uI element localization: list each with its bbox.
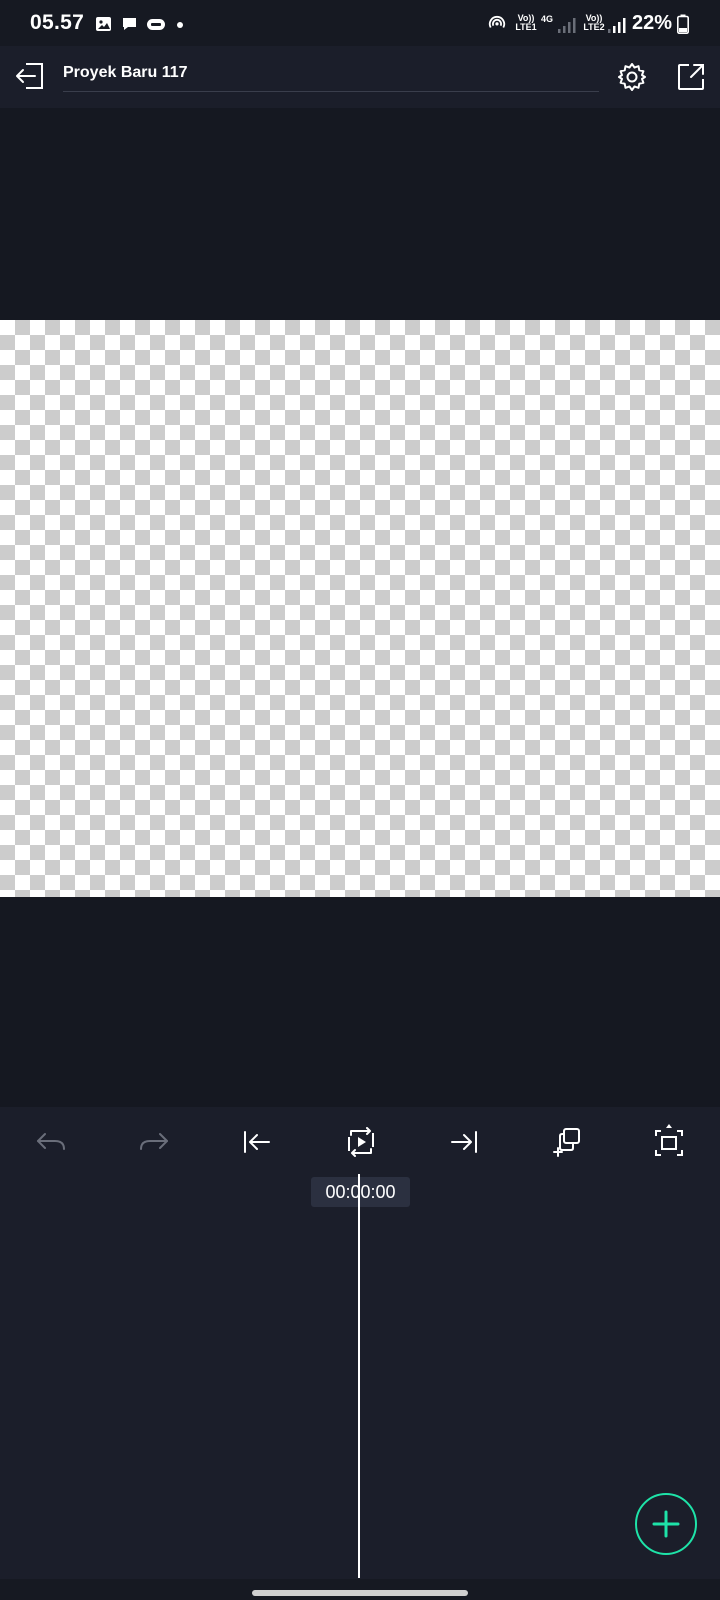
signal-icon: [608, 18, 626, 33]
transparent-canvas[interactable]: [0, 320, 720, 897]
top-bar: Proyek Baru 117: [0, 46, 720, 108]
play-preview-icon: [348, 1127, 374, 1157]
signal-icon: [558, 18, 576, 33]
jump-to-start-button[interactable]: [233, 1118, 281, 1166]
status-time: 05.57: [30, 11, 85, 34]
redo-button[interactable]: [130, 1118, 178, 1166]
add-media-button[interactable]: [635, 1493, 697, 1555]
volte-2-indicator: Vo)) LTE2: [582, 14, 606, 32]
app-badge-icon: [147, 19, 165, 30]
add-layer-icon: [553, 1128, 580, 1157]
timeline[interactable]: 00:00:00: [0, 1174, 720, 1579]
settings-button[interactable]: [612, 57, 652, 97]
volte-1-bottom: LTE1: [515, 22, 537, 32]
hotspot-icon: [488, 15, 506, 28]
chat-icon: [123, 18, 136, 30]
jump-end-icon: [451, 1131, 477, 1153]
edit-toolbar: [0, 1107, 720, 1177]
navigation-bar: [0, 1579, 720, 1600]
exit-icon: [16, 63, 43, 89]
undo-button[interactable]: [27, 1118, 75, 1166]
redo-icon: [140, 1133, 168, 1150]
status-bar: 05.57 Vo)) LTE1 4G Vo)) LTE2 22%: [0, 0, 720, 46]
volte-2-bottom: LTE2: [583, 22, 605, 32]
gear-icon: [618, 63, 646, 91]
network-type: 4G: [541, 14, 554, 24]
timecode-display: 00:00:00: [311, 1177, 410, 1207]
jump-start-icon: [244, 1131, 270, 1153]
jump-to-end-button[interactable]: [440, 1118, 488, 1166]
share-icon: [678, 64, 704, 90]
fullscreen-button[interactable]: [645, 1118, 693, 1166]
battery-icon: [677, 14, 689, 34]
dot-icon: [177, 22, 183, 28]
undo-icon: [37, 1133, 65, 1150]
fullscreen-icon: [655, 1124, 683, 1156]
exit-button[interactable]: [10, 56, 50, 96]
battery-percent: 22%: [632, 12, 673, 34]
title-underline: [63, 91, 599, 92]
home-gesture-handle[interactable]: [252, 1590, 468, 1596]
video-preview[interactable]: [0, 108, 720, 1107]
plus-icon: [652, 1510, 680, 1538]
add-layer-button[interactable]: [543, 1118, 591, 1166]
playhead[interactable]: [358, 1174, 360, 1578]
gallery-icon: [96, 17, 111, 31]
play-preview-button[interactable]: [337, 1118, 385, 1166]
project-title[interactable]: Proyek Baru 117: [63, 64, 188, 82]
share-button[interactable]: [671, 57, 711, 97]
volte-1-indicator: Vo)) LTE1: [514, 14, 538, 32]
